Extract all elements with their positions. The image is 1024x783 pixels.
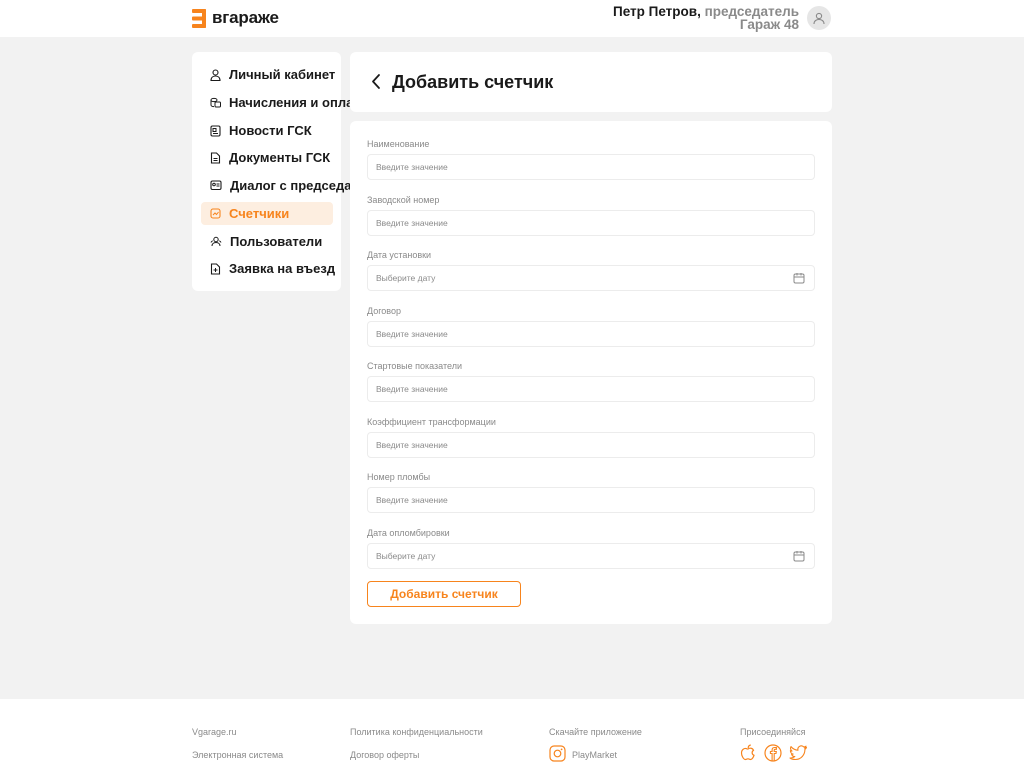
seal-number-placeholder: Введите значение — [376, 495, 448, 505]
user-name: Петр Петров, — [613, 4, 701, 19]
serial-number-input[interactable]: Введите значение — [367, 210, 815, 236]
footer-site-link[interactable]: Vgarage.ru — [192, 727, 237, 737]
sidebar-item-label: Заявка на въезд — [229, 261, 336, 276]
name-input[interactable]: Введите значение — [367, 154, 815, 180]
footer: Vgarage.ru Электронная система Политика … — [0, 699, 1024, 783]
privacy-policy-link[interactable]: Политика конфиденциальности — [350, 727, 483, 737]
sidebar-item-label: Личный кабинет — [229, 67, 336, 82]
field-label-name: Наименование — [367, 139, 430, 149]
seal-date-placeholder: Выберите дату — [376, 551, 436, 561]
document-icon — [210, 151, 221, 164]
sidebar: Личный кабинет Начисления и оплата Новос… — [192, 52, 390, 291]
instagram-icon[interactable] — [549, 745, 566, 762]
add-meter-form: Наименование Введите значение Заводской … — [350, 121, 832, 624]
field-label-seal-date: Дата опломбировки — [367, 528, 450, 538]
sidebar-item-label: Пользователи — [230, 234, 323, 249]
request-icon — [210, 262, 221, 275]
logo-text: вгараже — [212, 8, 279, 27]
title-card: Добавить счетчик — [350, 52, 832, 112]
sidebar-item-label: Счетчики — [229, 206, 290, 221]
avatar-icon — [813, 12, 825, 25]
sidebar-item-label: Начисления и оплата — [229, 95, 367, 110]
avatar[interactable] — [807, 6, 831, 30]
news-icon — [210, 124, 221, 137]
footer-tagline: Электронная система — [192, 750, 284, 760]
logo-icon — [192, 8, 206, 28]
name-placeholder: Введите значение — [376, 162, 448, 172]
seal-number-input[interactable]: Введите значение — [367, 487, 815, 513]
field-label-install-date: Дата установки — [367, 250, 432, 260]
sidebar-item-payments[interactable]: Начисления и оплата — [201, 91, 367, 114]
field-label-seal-number: Номер пломбы — [367, 472, 431, 482]
seal-date-picker[interactable]: Выберите дату — [367, 543, 815, 569]
offer-contract-link[interactable]: Договор оферты — [350, 750, 419, 760]
start-readings-input[interactable]: Введите значение — [367, 376, 815, 402]
download-app-label: Скачайте приложение — [549, 727, 642, 737]
sidebar-item-cabinet[interactable]: Личный кабинет — [201, 63, 336, 86]
install-date-placeholder: Выберите дату — [376, 273, 436, 283]
apple-icon[interactable] — [740, 744, 756, 762]
contract-input[interactable]: Введите значение — [367, 321, 815, 347]
field-label-transform-coef: Коэффициент трансформации — [367, 417, 496, 427]
sidebar-item-documents[interactable]: Документы ГСК — [201, 146, 333, 169]
calendar-icon[interactable] — [793, 550, 805, 562]
sidebar-item-entry-request[interactable]: Заявка на въезд — [201, 257, 336, 280]
field-label-serial: Заводской номер — [367, 195, 440, 205]
install-date-picker[interactable]: Выберите дату — [367, 265, 815, 291]
user-icon — [210, 68, 221, 81]
facebook-icon[interactable] — [764, 744, 782, 762]
sidebar-item-users[interactable]: Пользователи — [201, 230, 333, 253]
add-meter-button[interactable]: Добавить счетчик — [367, 581, 521, 607]
sidebar-item-dialog[interactable]: Диалог с председателем — [201, 174, 390, 197]
transform-coef-placeholder: Введите значение — [376, 440, 448, 450]
sidebar-item-label: Документы ГСК — [229, 150, 331, 165]
calendar-icon[interactable] — [793, 272, 805, 284]
page-title: Добавить счетчик — [392, 72, 554, 92]
logo[interactable]: вгараже — [192, 8, 279, 28]
garage-label: Гараж 48 — [739, 17, 799, 32]
meter-icon — [210, 208, 221, 219]
header: вгараже Петр Петров, председатель Гараж … — [0, 0, 1024, 37]
field-label-contract: Договор — [367, 306, 401, 316]
field-label-start-readings: Стартовые показатели — [367, 361, 462, 371]
users-icon — [210, 236, 222, 247]
serial-placeholder: Введите значение — [376, 218, 448, 228]
user-info[interactable]: Петр Петров, председатель Гараж 48 — [613, 4, 799, 32]
playmarket-link[interactable]: PlayMarket — [572, 750, 617, 760]
sidebar-item-label: Новости ГСК — [229, 123, 312, 138]
sidebar-item-news[interactable]: Новости ГСК — [201, 119, 333, 142]
join-label: Присоединяйся — [740, 727, 806, 737]
transform-coef-input[interactable]: Введите значение — [367, 432, 815, 458]
sidebar-item-meters[interactable]: Счетчики — [201, 202, 333, 225]
start-readings-placeholder: Введите значение — [376, 384, 448, 394]
contract-placeholder: Введите значение — [376, 329, 448, 339]
coins-icon — [210, 97, 221, 108]
dialog-icon — [210, 180, 222, 191]
twitter-icon[interactable] — [789, 745, 808, 761]
back-arrow-icon[interactable] — [371, 73, 381, 90]
